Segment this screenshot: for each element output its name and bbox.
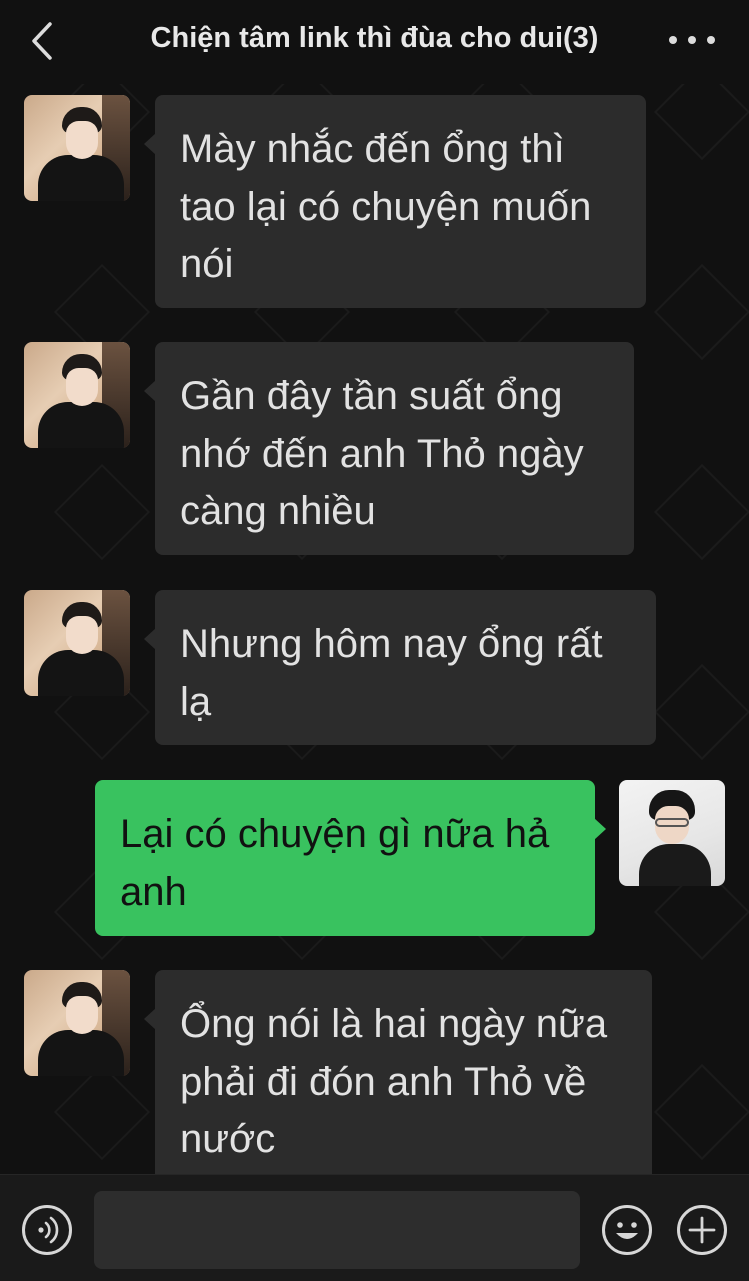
- voice-button[interactable]: [22, 1205, 72, 1255]
- back-button[interactable]: [22, 18, 62, 64]
- plus-icon: [688, 1216, 716, 1244]
- message-text: Lại có chuyện gì nữa hả anh: [120, 812, 550, 914]
- message-bubble[interactable]: Nhưng hôm nay ổng rất lạ: [144, 590, 656, 745]
- input-bar: [0, 1174, 749, 1281]
- watermark-mark: [53, 463, 151, 561]
- watermark-mark: [653, 463, 749, 561]
- message-text: Nhưng hôm nay ổng rất lạ: [180, 622, 603, 724]
- message-bubble[interactable]: Mày nhắc đến ổng thì tao lại có chuyện m…: [144, 95, 646, 308]
- add-button[interactable]: [677, 1205, 727, 1255]
- chat-header: Chiện tâm link thì đùa cho dui(3): [0, 0, 749, 84]
- message-bubble-self[interactable]: Lại có chuyện gì nữa hả anh: [95, 780, 606, 936]
- watermark-mark: [653, 663, 749, 761]
- avatar[interactable]: [24, 95, 130, 201]
- watermark-mark: [653, 1063, 749, 1161]
- avatar[interactable]: [24, 342, 130, 448]
- message-text: Mày nhắc đến ổng thì tao lại có chuyện m…: [180, 127, 592, 286]
- chat-title: Chiện tâm link thì đùa cho dui(3): [150, 22, 599, 54]
- more-icon: [669, 36, 715, 44]
- avatar[interactable]: [24, 970, 130, 1076]
- message-bubble[interactable]: Ổng nói là hai ngày nữa phải đi đón anh …: [144, 970, 652, 1183]
- message-text: Ổng nói là hai ngày nữa phải đi đón anh …: [180, 1002, 608, 1161]
- avatar[interactable]: [24, 590, 130, 696]
- emoji-icon: [616, 1222, 638, 1239]
- message-text: Gần đây tần suất ổng nhớ đến anh Thỏ ngà…: [180, 374, 584, 533]
- self-avatar[interactable]: [619, 780, 725, 886]
- more-button[interactable]: [665, 24, 719, 56]
- watermark-mark: [53, 1063, 151, 1161]
- message-input[interactable]: [94, 1191, 580, 1269]
- emoji-button[interactable]: [602, 1205, 652, 1255]
- watermark-mark: [653, 263, 749, 361]
- voice-icon: [38, 1216, 59, 1244]
- message-bubble[interactable]: Gần đây tần suất ổng nhớ đến anh Thỏ ngà…: [144, 342, 634, 555]
- chevron-left-icon: [32, 22, 52, 60]
